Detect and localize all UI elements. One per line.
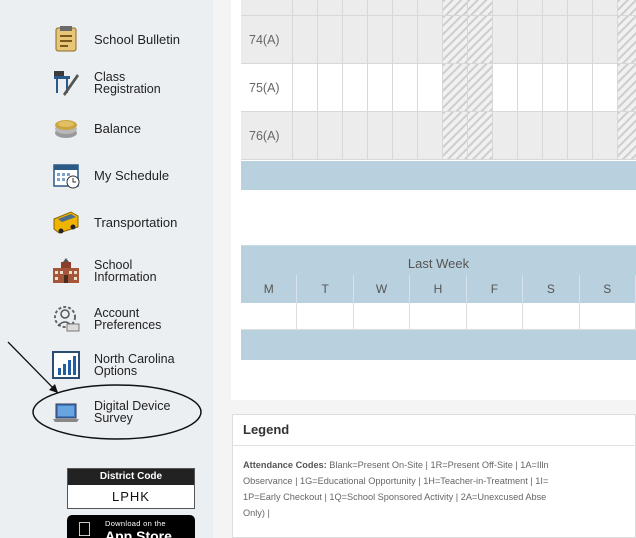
table-row (241, 0, 636, 16)
legend-line: Blank=Present On-Site | 1R=Present Off-S… (329, 460, 549, 470)
sidebar-item-label: Balance (94, 120, 141, 136)
sidebar-item-my-schedule[interactable]: My Schedule (50, 152, 210, 198)
row-label: 75(A) (241, 64, 293, 111)
district-code-value: LPHK (112, 489, 150, 504)
day-header: S (523, 275, 580, 303)
table-row: 74(A) (241, 16, 636, 64)
sidebar-item-school-information[interactable]: School Information (50, 248, 210, 294)
table-row (241, 303, 636, 330)
last-week-header: M T W H F S S (241, 275, 636, 303)
sidebar-item-label: School Bulletin (94, 31, 180, 47)
district-code-title: District Code (68, 469, 194, 485)
app-store-big-text: App Store (105, 528, 172, 538)
chart-icon (50, 349, 82, 381)
legend-panel: Legend Attendance Codes: Blank=Present O… (232, 414, 636, 538)
last-week-title: Last Week (241, 245, 636, 275)
day-header: H (410, 275, 467, 303)
laptop-icon (50, 396, 82, 428)
app-store-badge[interactable]:  Download on the App Store (67, 515, 195, 538)
legend-text: Attendance Codes: Blank=Present On-Site … (243, 457, 633, 521)
day-header: S (580, 275, 636, 303)
table-row: 75(A) (241, 64, 636, 112)
legend-divider (233, 445, 636, 446)
table-row: 76(A) (241, 112, 636, 160)
legend-line: Only) | (243, 508, 270, 518)
coins-icon (50, 112, 82, 144)
day-header: F (467, 275, 524, 303)
day-header: M (241, 275, 298, 303)
app-store-small-text: Download on the (105, 519, 166, 528)
sidebar-item-school-bulletin[interactable]: School Bulletin (50, 16, 210, 62)
day-header: W (354, 275, 411, 303)
apple-icon:  (77, 519, 92, 538)
district-code-box: District Code LPHK (67, 468, 195, 509)
row-label: 76(A) (241, 112, 293, 159)
sidebar-item-balance[interactable]: Balance (50, 105, 210, 151)
legend-line: 1P=Early Checkout | 1Q=School Sponsored … (243, 492, 547, 502)
grid-footer-bar (241, 161, 636, 190)
class-registration-icon (50, 67, 82, 99)
sidebar-item-label: Information (94, 270, 157, 284)
sidebar-item-label: My Schedule (94, 167, 170, 183)
legend-line: Observance | 1G=Educational Opportunity … (243, 476, 549, 486)
day-header: T (297, 275, 354, 303)
sidebar-item-class-registration[interactable]: Class Registration (50, 60, 210, 106)
sidebar-item-label: Survey (94, 411, 133, 425)
school-bus-icon (50, 206, 82, 238)
calendar-icon (50, 159, 82, 191)
sidebar-nav: School Bulletin Class Registration Balan… (0, 0, 213, 538)
legend-title: Legend (243, 422, 290, 437)
sidebar-item-north-carolina-options[interactable]: North Carolina Options (50, 342, 210, 388)
school-building-icon (50, 255, 82, 287)
sidebar-item-label: Registration (94, 82, 161, 96)
sidebar-item-digital-device-survey[interactable]: Digital Device Survey (50, 389, 210, 435)
sidebar-item-account-preferences[interactable]: Account Preferences (50, 296, 210, 342)
sidebar-item-label: Options (94, 364, 138, 378)
bulletin-icon (50, 23, 82, 55)
last-week-table: Last Week M T W H F S S (241, 245, 636, 360)
sidebar-item-transportation[interactable]: Transportation (50, 199, 210, 245)
last-week-footer-bar (241, 330, 636, 360)
sidebar-item-label: Transportation (94, 214, 178, 230)
account-gear-icon (50, 303, 82, 335)
sidebar-item-label: Preferences (94, 318, 162, 332)
legend-codes-label: Attendance Codes: (243, 460, 327, 470)
row-label: 74(A) (241, 16, 293, 63)
